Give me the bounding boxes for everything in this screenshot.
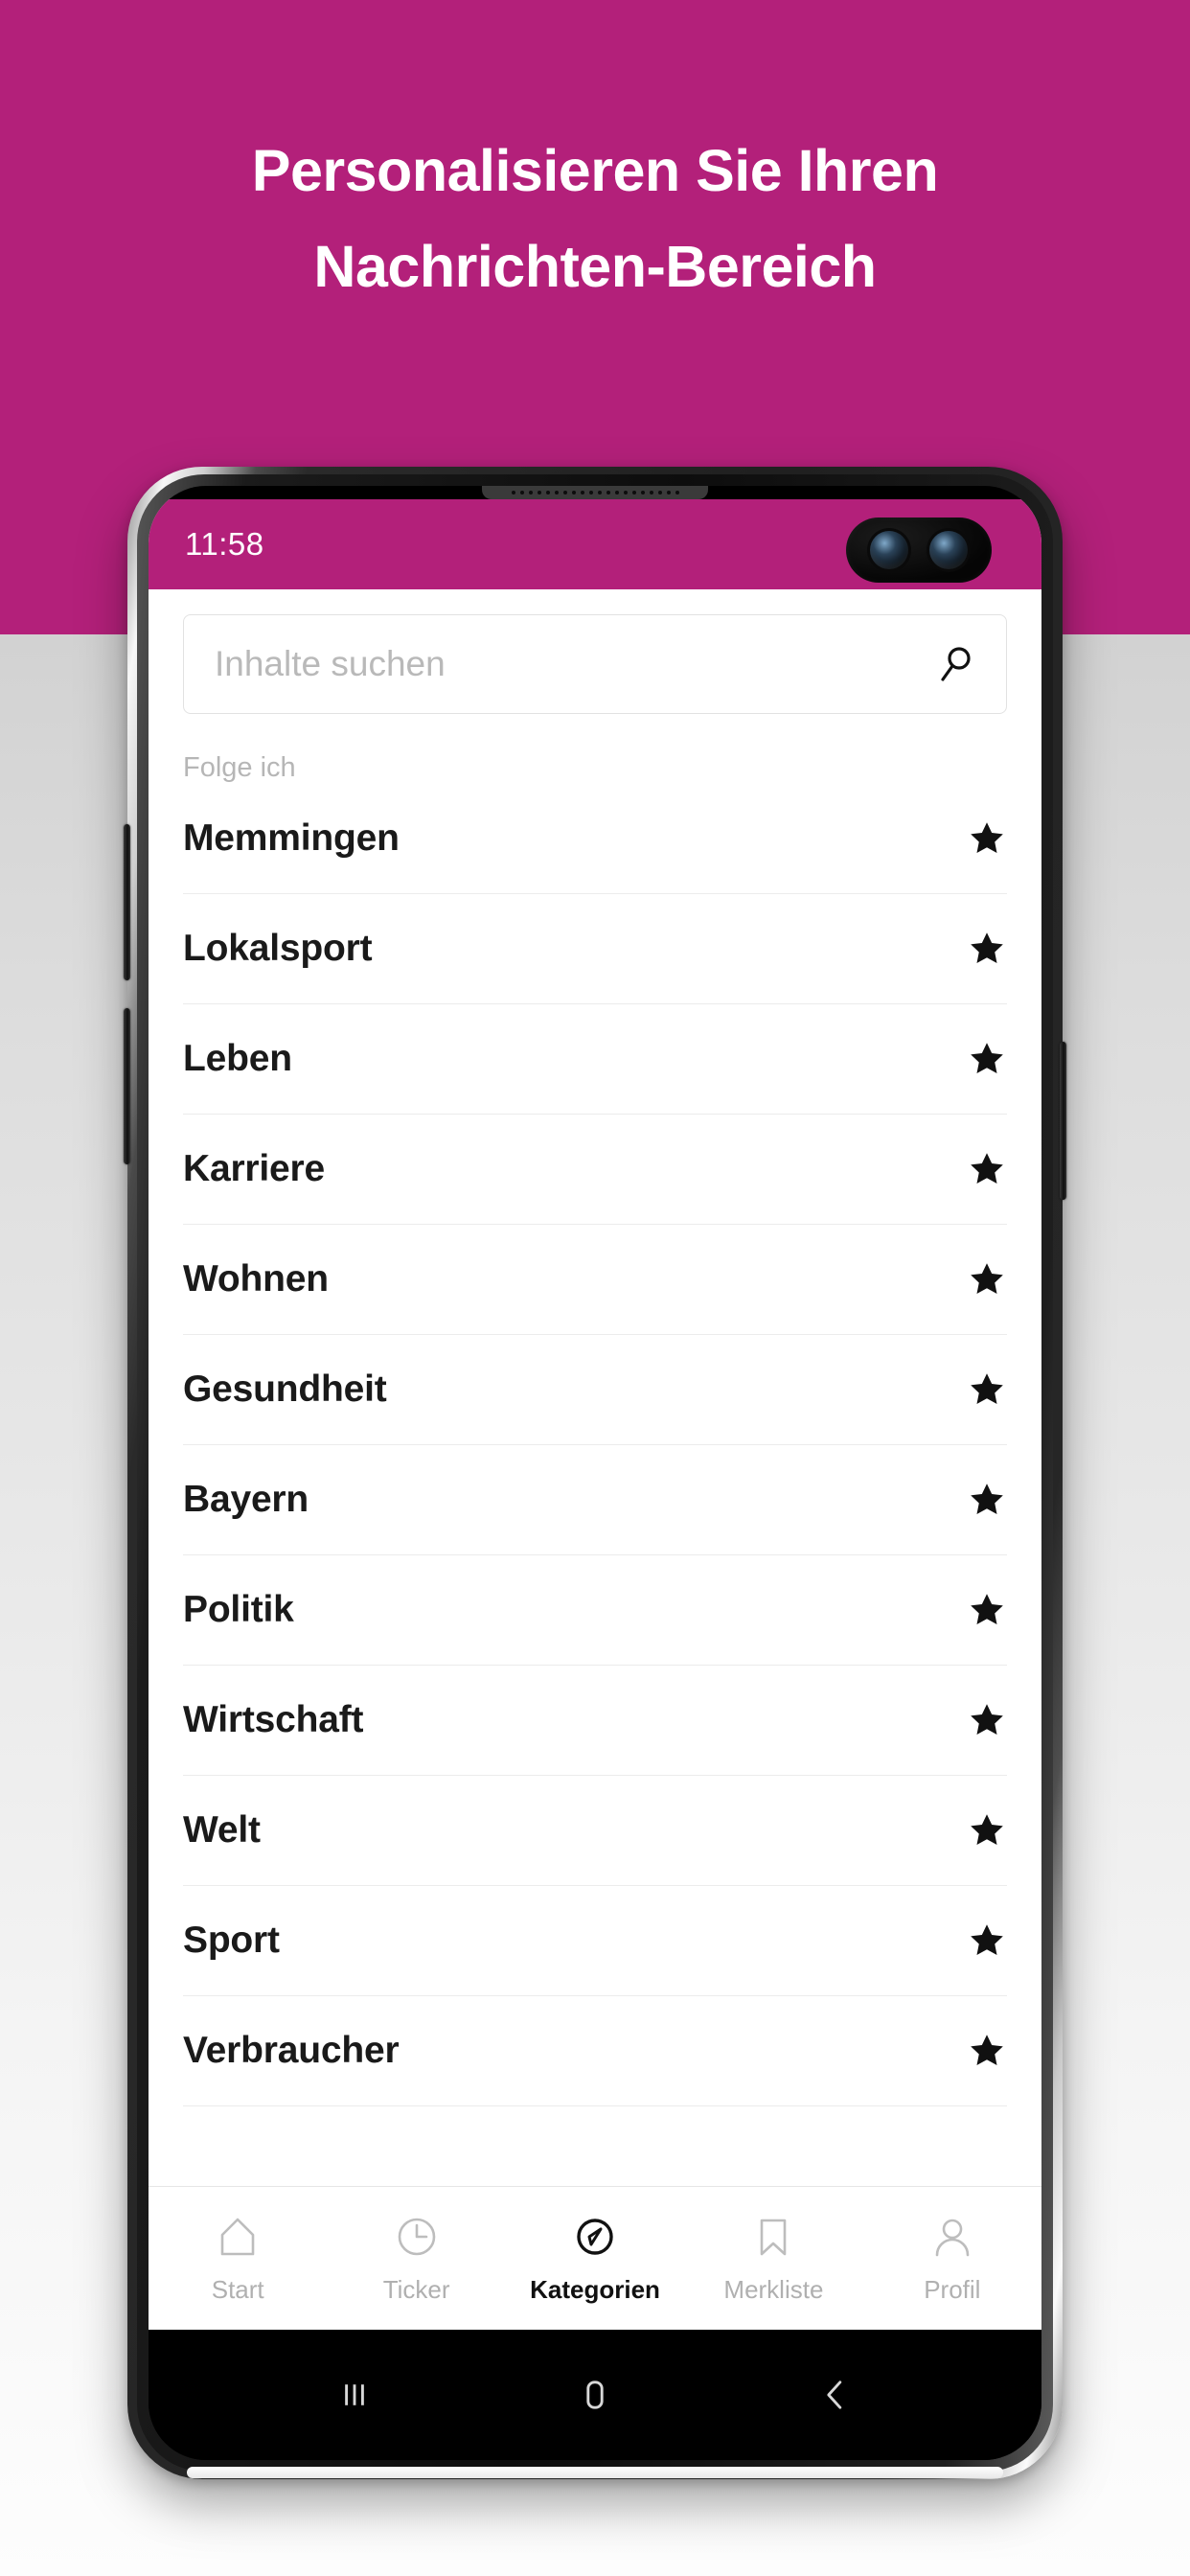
star-filled-icon[interactable] bbox=[967, 1590, 1007, 1630]
promo-headline-line1: Personalisieren Sie Ihren bbox=[251, 138, 939, 203]
search-section: Inhalte suchen bbox=[149, 589, 1041, 714]
tab-label: Ticker bbox=[382, 2275, 450, 2304]
list-item[interactable]: Gesundheit bbox=[183, 1335, 1007, 1445]
category-label: Memmingen bbox=[183, 817, 400, 859]
list-item[interactable]: Memmingen bbox=[183, 784, 1007, 894]
camera-lens-left-icon bbox=[870, 531, 908, 569]
search-field[interactable]: Inhalte suchen bbox=[183, 614, 1007, 714]
star-filled-icon[interactable] bbox=[967, 818, 1007, 859]
tab-label: Kategorien bbox=[530, 2275, 660, 2304]
star-filled-icon[interactable] bbox=[967, 1369, 1007, 1410]
bottom-bezel-highlight bbox=[187, 2467, 1003, 2478]
category-list: Memmingen Lokalsport Leben Karriere Wohn… bbox=[149, 784, 1041, 2106]
person-icon bbox=[927, 2212, 977, 2262]
power-button[interactable] bbox=[1060, 1042, 1066, 1200]
promo-headline-line2: Nachrichten-Bereich bbox=[313, 234, 877, 299]
status-bar: 11:58 bbox=[149, 499, 1041, 589]
phone-mockup: 11:58 Inhalte suchen Folge ich Memmingen… bbox=[124, 467, 1066, 2479]
list-item[interactable]: Leben bbox=[183, 1004, 1007, 1115]
list-item[interactable]: Karriere bbox=[183, 1115, 1007, 1225]
tab-profil[interactable]: Profil bbox=[863, 2187, 1041, 2330]
category-label: Politik bbox=[183, 1589, 294, 1630]
android-navigation-bar bbox=[149, 2330, 1041, 2460]
list-item[interactable]: Bayern bbox=[183, 1445, 1007, 1555]
list-item[interactable]: Sport bbox=[183, 1886, 1007, 1996]
list-item[interactable]: Lokalsport bbox=[183, 894, 1007, 1004]
star-filled-icon[interactable] bbox=[967, 929, 1007, 969]
category-label: Wirtschaft bbox=[183, 1699, 364, 1740]
star-filled-icon[interactable] bbox=[967, 1810, 1007, 1851]
category-label: Lokalsport bbox=[183, 928, 373, 969]
promo-headline: Personalisieren Sie Ihren Nachrichten-Be… bbox=[0, 123, 1190, 314]
section-label-folge-ich: Folge ich bbox=[183, 752, 296, 783]
category-label: Leben bbox=[183, 1038, 292, 1079]
star-filled-icon[interactable] bbox=[967, 1259, 1007, 1300]
star-filled-icon[interactable] bbox=[967, 1920, 1007, 1961]
category-label: Gesundheit bbox=[183, 1368, 387, 1410]
search-icon[interactable] bbox=[935, 643, 977, 685]
camera-lens-right-icon bbox=[929, 531, 968, 569]
category-label: Verbraucher bbox=[183, 2030, 400, 2071]
back-chevron-icon[interactable] bbox=[809, 2368, 862, 2422]
list-item[interactable]: Welt bbox=[183, 1776, 1007, 1886]
category-label: Wohnen bbox=[183, 1258, 329, 1300]
star-filled-icon[interactable] bbox=[967, 1149, 1007, 1189]
tab-label: Merkliste bbox=[723, 2275, 824, 2304]
bottom-tab-bar: Start Ticker Kategorien Merkliste Profil bbox=[149, 2186, 1041, 2330]
tab-ticker[interactable]: Ticker bbox=[327, 2187, 505, 2330]
category-label: Karriere bbox=[183, 1148, 326, 1189]
tab-label: Profil bbox=[924, 2275, 981, 2304]
clock-icon bbox=[392, 2212, 442, 2262]
earpiece-speaker-icon bbox=[482, 486, 708, 499]
tab-merkliste[interactable]: Merkliste bbox=[684, 2187, 862, 2330]
app-viewport: 11:58 Inhalte suchen Folge ich Memmingen… bbox=[149, 499, 1041, 2330]
list-item[interactable]: Wirtschaft bbox=[183, 1666, 1007, 1776]
home-icon bbox=[213, 2212, 263, 2262]
list-item[interactable]: Wohnen bbox=[183, 1225, 1007, 1335]
category-label: Welt bbox=[183, 1809, 261, 1851]
tab-label: Start bbox=[211, 2275, 264, 2304]
recents-icon[interactable] bbox=[328, 2368, 381, 2422]
star-filled-icon[interactable] bbox=[967, 2031, 1007, 2071]
bookmark-icon bbox=[748, 2212, 798, 2262]
promo-screenshot: Personalisieren Sie Ihren Nachrichten-Be… bbox=[0, 0, 1190, 2576]
status-bar-clock: 11:58 bbox=[185, 526, 264, 562]
list-item[interactable]: Politik bbox=[183, 1555, 1007, 1666]
compass-icon bbox=[570, 2212, 620, 2262]
volume-up-button[interactable] bbox=[124, 824, 130, 980]
category-label: Bayern bbox=[183, 1479, 309, 1520]
tab-start[interactable]: Start bbox=[149, 2187, 327, 2330]
tab-kategorien[interactable]: Kategorien bbox=[506, 2187, 684, 2330]
home-square-icon[interactable] bbox=[568, 2368, 622, 2422]
list-item[interactable]: Verbraucher bbox=[183, 1996, 1007, 2106]
search-input[interactable]: Inhalte suchen bbox=[215, 644, 935, 684]
phone-screen: 11:58 Inhalte suchen Folge ich Memmingen… bbox=[149, 486, 1041, 2460]
punch-hole-camera-icon bbox=[846, 518, 992, 583]
category-label: Sport bbox=[183, 1920, 280, 1961]
volume-down-button[interactable] bbox=[124, 1008, 130, 1164]
star-filled-icon[interactable] bbox=[967, 1480, 1007, 1520]
star-filled-icon[interactable] bbox=[967, 1039, 1007, 1079]
star-filled-icon[interactable] bbox=[967, 1700, 1007, 1740]
